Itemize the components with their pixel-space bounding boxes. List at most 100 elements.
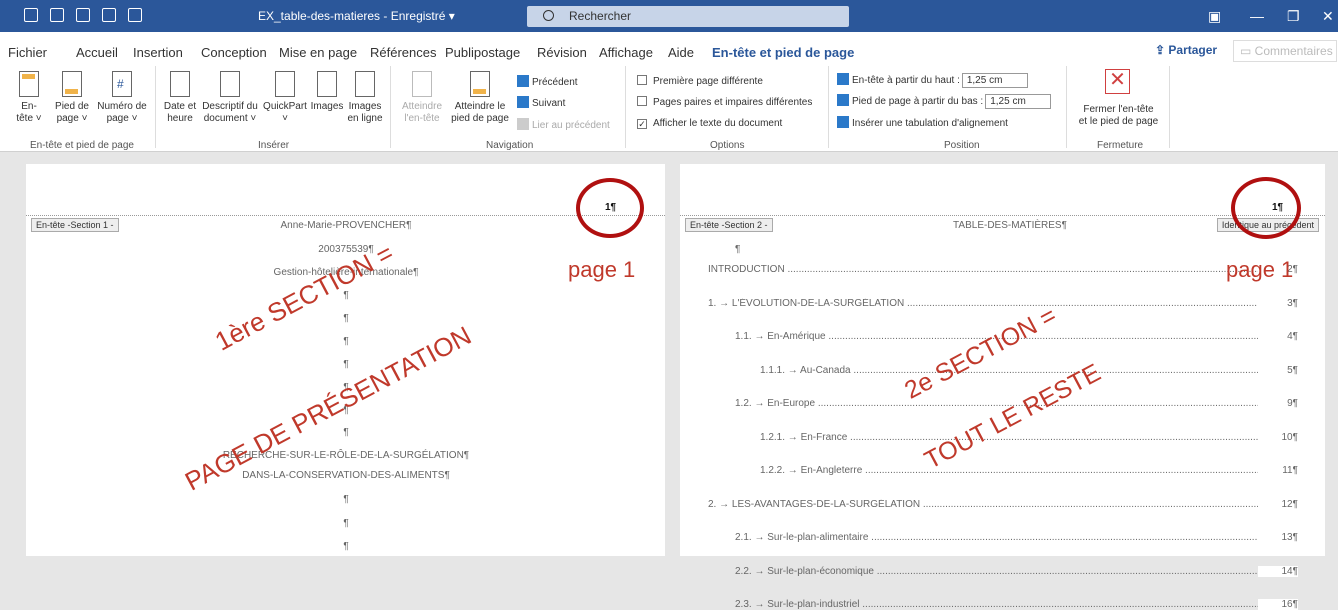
red-circle-annotation: [576, 178, 644, 238]
tab-revision[interactable]: Révision: [537, 45, 587, 60]
footer-position-icon: [837, 94, 849, 106]
tab-references[interactable]: Références: [370, 45, 436, 60]
toc-entry[interactable]: 2. → LES-AVANTAGES-DE-LA-SURGÉLATION ...…: [708, 499, 1288, 510]
toc-entry-text: 1.2.2. → En-Angleterre: [760, 465, 863, 476]
ribbon-tabs: Fichier Accueil Insertion Conception Mis…: [0, 32, 1338, 64]
online-images-label-2: en ligne: [347, 113, 383, 124]
open-icon[interactable]: [76, 8, 90, 22]
toc-leader-dots: ........................................…: [865, 465, 1288, 476]
page-number-icon: [112, 71, 132, 97]
toc-entry[interactable]: 1.2.2. → En-Angleterre .................…: [760, 465, 1288, 476]
header-position-icon: [837, 73, 849, 85]
online-images-label-1: Images: [348, 101, 382, 112]
tab-conception[interactable]: Conception: [201, 45, 267, 60]
footer-position-input[interactable]: 1,25 cm: [985, 94, 1052, 109]
comments-label: Commentaires: [1254, 44, 1333, 58]
date-time-button[interactable]: Date et heure: [160, 71, 200, 125]
page-number-button[interactable]: Numéro de page ˅: [94, 71, 150, 125]
header-button[interactable]: En- tête ˅: [12, 71, 46, 125]
checkmark-icon: ✓: [637, 119, 647, 129]
author-line[interactable]: Anne-Marie-PROVENCHER¶: [226, 220, 466, 231]
tab-insertion[interactable]: Insertion: [133, 45, 183, 60]
title-bar: EX_table-des-matieres - Enregistré ▾ Rec…: [0, 0, 1338, 32]
tab-fichier[interactable]: Fichier: [8, 45, 47, 60]
empty-paragraph[interactable]: ¶: [226, 541, 466, 552]
tab-aide[interactable]: Aide: [668, 45, 694, 60]
toc-page-number: 3¶: [1258, 297, 1298, 309]
tab-affichage[interactable]: Affichage: [599, 45, 653, 60]
images-label: Images: [310, 101, 344, 112]
restore-icon[interactable]: ❐: [1287, 8, 1300, 25]
toc-title[interactable]: TABLE-DES-MATIÈRES¶: [860, 220, 1160, 231]
close-header-footer-icon[interactable]: ✕: [1105, 69, 1130, 94]
toc-entry[interactable]: 2.3. → Sur-le-plan-industriel ..........…: [735, 599, 1288, 610]
toc-entry[interactable]: INTRODUCTION ...........................…: [708, 264, 1288, 275]
previous-button[interactable]: Précédent: [517, 75, 578, 88]
link-previous-button[interactable]: Lier au précédent: [517, 118, 610, 131]
header-separator-line: [26, 215, 665, 216]
quickpart-button[interactable]: QuickPart ˅: [261, 71, 309, 125]
share-button[interactable]: ⇪ Partager: [1155, 43, 1217, 57]
group-label-insert: Insérer: [258, 140, 290, 151]
header-position-input[interactable]: 1,25 cm: [961, 73, 1028, 88]
tab-accueil[interactable]: Accueil: [76, 45, 118, 60]
header-position-field[interactable]: En-tête à partir du haut :1,25 cm: [837, 73, 1028, 88]
new-document-icon[interactable]: [50, 8, 64, 22]
toc-entry-text: 1.2.1. → En-France: [760, 431, 848, 443]
footer-label-2: page ˅: [56, 113, 88, 124]
show-document-text-checkbox[interactable]: ✓ Afficher le texte du document: [637, 118, 782, 129]
insert-alignment-tab-button[interactable]: Insérer une tabulation d'alignement: [837, 116, 1008, 129]
toc-entry[interactable]: 2.2. → Sur-le-plan-économique ..........…: [735, 566, 1288, 577]
tab-publipostage[interactable]: Publipostage: [445, 45, 520, 60]
quickpart-icon: [275, 71, 295, 97]
toc-entry[interactable]: 1. → L'ÉVOLUTION-DE-LA-SURGÉLATION .....…: [708, 298, 1288, 309]
minimize-icon[interactable]: —: [1250, 8, 1264, 24]
online-images-button[interactable]: Images en ligne: [345, 71, 385, 125]
goto-footer-button[interactable]: Atteindre le pied de page: [448, 71, 512, 125]
tab-mise-en-page[interactable]: Mise en page: [279, 45, 357, 60]
document-page-2[interactable]: En-tête -Section 2 - Identique au précéd…: [680, 164, 1325, 610]
toc-leader-dots: ........................................…: [871, 532, 1288, 543]
date-label-2: heure: [167, 113, 193, 124]
empty-paragraph[interactable]: ¶: [226, 518, 466, 529]
tab-entete-pied-de-page[interactable]: En-tête et pied de page: [712, 45, 854, 60]
toc-page-number: 10¶: [1258, 431, 1298, 443]
toc-entry[interactable]: 2.1. → Sur-le-plan-alimentaire .........…: [735, 532, 1288, 543]
header-section-2-tag: En-tête -Section 2 -: [685, 218, 773, 232]
print-preview-icon[interactable]: [128, 8, 142, 22]
quick-access-toolbar: [24, 8, 142, 22]
document-page-1[interactable]: En-tête -Section 1 - 1¶ Anne-Marie-PROVE…: [26, 164, 665, 556]
checkbox-icon: [637, 75, 647, 85]
header-label-1: En-: [21, 101, 37, 112]
search-box[interactable]: Rechercher: [527, 6, 849, 27]
footer-button[interactable]: Pied de page ˅: [50, 71, 94, 125]
toc-entry-text: 2. → LES-AVANTAGES-DE-LA-SURGÉLATION: [708, 498, 921, 510]
goto-header-button[interactable]: Atteindre l'en-tête: [397, 71, 447, 125]
close-window-icon[interactable]: ✕: [1322, 8, 1334, 25]
comments-button[interactable]: ▭ Commentaires: [1233, 40, 1337, 62]
footer-position-field[interactable]: Pied de page à partir du bas :1,25 cm: [837, 94, 1052, 109]
student-id-line[interactable]: 200375539¶: [226, 244, 466, 255]
toc-entry[interactable]: 1.1.1. → Au-Canada .....................…: [760, 365, 1288, 376]
images-button[interactable]: Images: [309, 71, 345, 113]
previous-label: Précédent: [532, 77, 578, 88]
odd-even-checkbox[interactable]: Pages paires et impaires différentes: [637, 96, 812, 108]
save-icon[interactable]: [24, 8, 38, 22]
toc-leader-dots: ........................................…: [876, 565, 1288, 577]
touch-mode-icon[interactable]: [102, 8, 116, 22]
first-page-different-checkbox[interactable]: Première page différente: [637, 75, 763, 87]
close-header-footer-button[interactable]: Fermer l'en-tête et le pied de page: [1071, 104, 1166, 128]
header-section-1-tag: En-tête -Section 1 -: [31, 218, 119, 232]
first-page-label: Première page différente: [653, 76, 763, 87]
date-label-1: Date et: [163, 101, 197, 112]
document-info-button[interactable]: Descriptif du document ˅: [199, 71, 261, 125]
empty-paragraph[interactable]: ¶: [735, 244, 740, 255]
document-title[interactable]: EX_table-des-matieres - Enregistré ▾: [258, 9, 455, 23]
empty-paragraph[interactable]: ¶: [226, 494, 466, 505]
ribbon: En- tête ˅ Pied de page ˅ Numéro de page…: [0, 62, 1338, 152]
next-icon: [517, 96, 529, 108]
toc-entry[interactable]: 1.2.1. → En-France .....................…: [760, 432, 1288, 443]
next-button[interactable]: Suivant: [517, 96, 565, 109]
ribbon-display-options-icon[interactable]: ▣: [1208, 8, 1221, 25]
goto-header-icon: [412, 71, 432, 97]
